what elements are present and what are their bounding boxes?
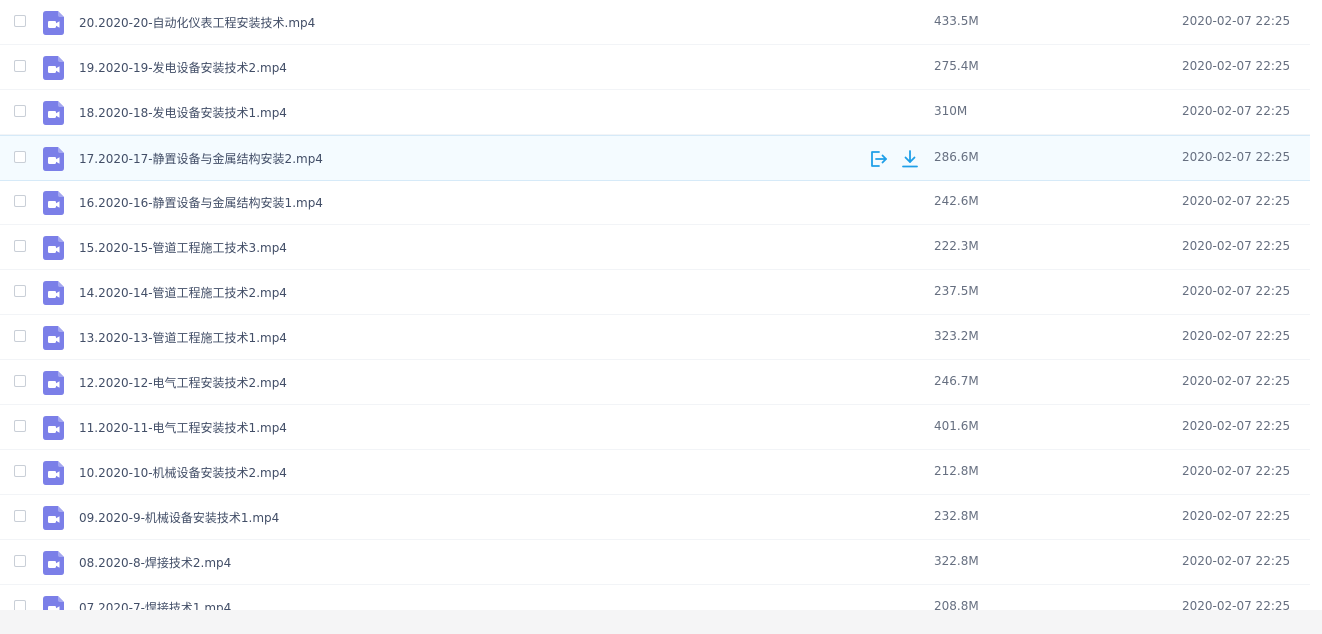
file-row[interactable]: 18.2020-18-发电设备安装技术1.mp4 310M 2020-02-07 2…: [0, 90, 1310, 135]
file-size: 246.7M: [934, 374, 979, 388]
download-icon[interactable]: [900, 149, 920, 169]
file-row[interactable]: 16.2020-16-静置设备与金属结构安装1.mp4 242.6M 2020-02…: [0, 180, 1310, 225]
video-file-icon: [43, 371, 64, 395]
file-size: 433.5M: [934, 14, 979, 28]
video-file-icon: [43, 191, 64, 215]
file-size: 237.5M: [934, 284, 979, 298]
file-name-link[interactable]: 13.2020-13-管道工程施工技术1.mp4: [79, 329, 287, 346]
video-file-icon: [43, 101, 64, 125]
file-list: 20.2020-20-自动化仪表工程安装技术.mp4 433.5M 2020-02-…: [0, 0, 1322, 610]
video-file-icon: [43, 461, 64, 485]
video-file-icon: [43, 326, 64, 350]
video-file-icon: [43, 11, 64, 35]
file-modified-date: 2020-02-07 22:25: [1182, 329, 1291, 343]
file-modified-date: 2020-02-07 22:25: [1182, 14, 1291, 28]
file-size: 222.3M: [934, 239, 979, 253]
file-name-link[interactable]: 16.2020-16-静置设备与金属结构安装1.mp4: [79, 194, 323, 211]
file-name-link[interactable]: 10.2020-10-机械设备安装技术2.mp4: [79, 464, 287, 481]
file-row[interactable]: 17.2020-17-静置设备与金属结构安装2.mp4 286.6M 2020-02…: [0, 135, 1310, 181]
file-name-link[interactable]: 20.2020-20-自动化仪表工程安装技术.mp4: [79, 14, 315, 31]
file-modified-date: 2020-02-07 22:25: [1182, 509, 1291, 523]
file-modified-date: 2020-02-07 22:25: [1182, 464, 1291, 478]
file-modified-date: 2020-02-07 22:25: [1182, 59, 1291, 73]
file-name-link[interactable]: 17.2020-17-静置设备与金属结构安装2.mp4: [79, 150, 323, 167]
file-size: 323.2M: [934, 329, 979, 343]
video-file-icon: [43, 551, 64, 575]
file-row[interactable]: 08.2020-8-焊接技术2.mp4 322.8M 2020-02-07 22:2…: [0, 540, 1310, 585]
file-modified-date: 2020-02-07 22:25: [1182, 284, 1291, 298]
file-size: 401.6M: [934, 419, 979, 433]
video-file-icon: [43, 236, 64, 260]
file-row[interactable]: 14.2020-14-管道工程施工技术2.mp4 237.5M 2020-02-07…: [0, 270, 1310, 315]
row-checkbox[interactable]: [14, 465, 26, 477]
share-export-icon[interactable]: [868, 149, 888, 169]
file-name-link[interactable]: 07.2020-7-焊接技术1.mp4: [79, 599, 231, 610]
file-name-link[interactable]: 08.2020-8-焊接技术2.mp4: [79, 554, 231, 571]
file-name-link[interactable]: 19.2020-19-发电设备安装技术2.mp4: [79, 59, 287, 76]
row-checkbox[interactable]: [14, 105, 26, 117]
video-file-icon: [43, 56, 64, 80]
file-modified-date: 2020-02-07 22:25: [1182, 374, 1291, 388]
video-file-icon: [43, 147, 64, 171]
file-size: 242.6M: [934, 194, 979, 208]
file-name-link[interactable]: 12.2020-12-电气工程安装技术2.mp4: [79, 374, 287, 391]
video-file-icon: [43, 596, 64, 610]
row-checkbox[interactable]: [14, 240, 26, 252]
row-checkbox[interactable]: [14, 60, 26, 72]
file-row[interactable]: 07.2020-7-焊接技术1.mp4 208.8M 2020-02-07 22:2…: [0, 585, 1310, 610]
row-checkbox[interactable]: [14, 195, 26, 207]
bottom-bar: [0, 610, 1322, 634]
file-name-link[interactable]: 14.2020-14-管道工程施工技术2.mp4: [79, 284, 287, 301]
file-size: 212.8M: [934, 464, 979, 478]
file-modified-date: 2020-02-07 22:25: [1182, 419, 1291, 433]
row-checkbox[interactable]: [14, 600, 26, 610]
file-size: 232.8M: [934, 509, 979, 523]
file-size: 310M: [934, 104, 968, 118]
row-checkbox[interactable]: [14, 375, 26, 387]
file-size: 208.8M: [934, 599, 979, 610]
row-checkbox[interactable]: [14, 420, 26, 432]
row-checkbox[interactable]: [14, 285, 26, 297]
file-modified-date: 2020-02-07 22:25: [1182, 599, 1291, 610]
video-file-icon: [43, 416, 64, 440]
file-modified-date: 2020-02-07 22:25: [1182, 194, 1291, 208]
file-row[interactable]: 12.2020-12-电气工程安装技术2.mp4 246.7M 2020-02-07…: [0, 360, 1310, 405]
file-size: 275.4M: [934, 59, 979, 73]
file-size: 322.8M: [934, 554, 979, 568]
file-row[interactable]: 10.2020-10-机械设备安装技术2.mp4 212.8M 2020-02-07…: [0, 450, 1310, 495]
video-file-icon: [43, 281, 64, 305]
file-row[interactable]: 19.2020-19-发电设备安装技术2.mp4 275.4M 2020-02-07…: [0, 45, 1310, 90]
file-row[interactable]: 15.2020-15-管道工程施工技术3.mp4 222.3M 2020-02-07…: [0, 225, 1310, 270]
file-row[interactable]: 13.2020-13-管道工程施工技术1.mp4 323.2M 2020-02-07…: [0, 315, 1310, 360]
file-modified-date: 2020-02-07 22:25: [1182, 554, 1291, 568]
file-row[interactable]: 11.2020-11-电气工程安装技术1.mp4 401.6M 2020-02-07…: [0, 405, 1310, 450]
file-name-link[interactable]: 15.2020-15-管道工程施工技术3.mp4: [79, 239, 287, 256]
file-size: 286.6M: [934, 150, 979, 164]
file-modified-date: 2020-02-07 22:25: [1182, 150, 1291, 164]
file-row[interactable]: 09.2020-9-机械设备安装技术1.mp4 232.8M 2020-02-07 …: [0, 495, 1310, 540]
file-name-link[interactable]: 11.2020-11-电气工程安装技术1.mp4: [79, 419, 287, 436]
video-file-icon: [43, 506, 64, 530]
row-checkbox[interactable]: [14, 510, 26, 522]
row-checkbox[interactable]: [14, 555, 26, 567]
row-checkbox[interactable]: [14, 15, 26, 27]
row-checkbox[interactable]: [14, 151, 26, 163]
file-modified-date: 2020-02-07 22:25: [1182, 104, 1291, 118]
file-modified-date: 2020-02-07 22:25: [1182, 239, 1291, 253]
file-name-link[interactable]: 18.2020-18-发电设备安装技术1.mp4: [79, 104, 287, 121]
file-name-link[interactable]: 09.2020-9-机械设备安装技术1.mp4: [79, 509, 279, 526]
row-checkbox[interactable]: [14, 330, 26, 342]
file-row[interactable]: 20.2020-20-自动化仪表工程安装技术.mp4 433.5M 2020-02-…: [0, 0, 1310, 45]
